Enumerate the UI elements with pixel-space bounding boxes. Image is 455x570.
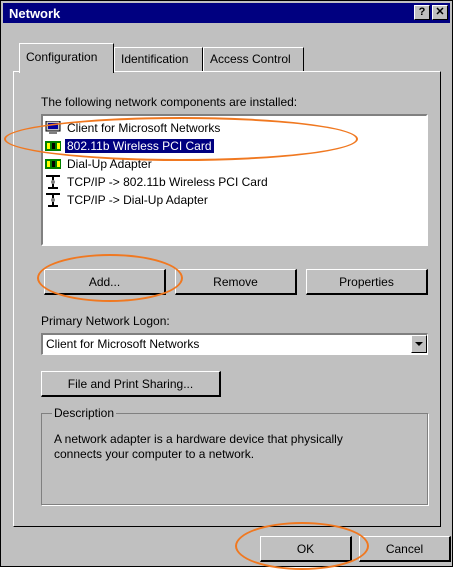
list-item[interactable]: Dial-Up Adapter	[45, 155, 154, 172]
close-icon: ✕	[435, 6, 445, 18]
list-item-label: TCP/IP -> Dial-Up Adapter	[67, 192, 208, 207]
network-client-icon	[45, 120, 61, 135]
primary-logon-select[interactable]: Client for Microsoft Networks	[41, 333, 428, 355]
network-dialog: Network ? ✕ Configuration Identification…	[0, 0, 453, 567]
properties-button-label: Properties	[339, 274, 394, 289]
list-item[interactable]: 802.11b Wireless PCI Card	[45, 137, 214, 154]
primary-logon-value: Client for Microsoft Networks	[46, 337, 200, 351]
tab-label: Identification	[121, 52, 189, 66]
description-text: A network adapter is a hardware device t…	[54, 432, 343, 461]
list-item-label: Dial-Up Adapter	[67, 156, 152, 171]
tab-label: Access Control	[210, 52, 291, 66]
tab-access-control[interactable]: Access Control	[203, 47, 304, 71]
ok-button-label: OK	[296, 541, 315, 556]
list-item[interactable]: Client for Microsoft Networks	[45, 119, 222, 136]
file-print-sharing-label: File and Print Sharing...	[67, 376, 194, 391]
network-card-icon	[45, 157, 61, 171]
remove-button-label: Remove	[213, 274, 258, 289]
protocol-icon	[45, 174, 61, 189]
tab-identification[interactable]: Identification	[114, 47, 203, 71]
cancel-button[interactable]: Cancel	[359, 536, 451, 562]
close-button[interactable]: ✕	[432, 5, 448, 20]
protocol-icon	[45, 192, 61, 207]
primary-logon-label: Primary Network Logon:	[41, 314, 170, 328]
list-item[interactable]: TCP/IP -> 802.11b Wireless PCI Card	[45, 173, 270, 190]
chevron-down-icon	[415, 342, 423, 346]
add-button-label: Add...	[88, 274, 121, 289]
list-item-label: 802.11b Wireless PCI Card	[65, 138, 214, 153]
remove-button[interactable]: Remove	[175, 269, 297, 295]
description-group: Description A network adapter is a hardw…	[41, 406, 428, 505]
ok-button[interactable]: OK	[260, 536, 352, 562]
tab-label: Configuration	[26, 50, 98, 64]
description-title: Description	[52, 406, 117, 420]
file-print-sharing-button[interactable]: File and Print Sharing...	[41, 371, 221, 397]
dropdown-button[interactable]	[411, 335, 427, 353]
list-item[interactable]: TCP/IP -> Dial-Up Adapter	[45, 191, 210, 208]
list-item-label: Client for Microsoft Networks	[67, 120, 221, 135]
components-list[interactable]: Client for Microsoft Networks 802.11b Wi…	[41, 114, 428, 246]
window-title: Network	[9, 6, 61, 21]
list-item-label: TCP/IP -> 802.11b Wireless PCI Card	[67, 174, 268, 189]
properties-button[interactable]: Properties	[306, 269, 428, 295]
components-heading: The following network components are ins…	[41, 95, 298, 109]
cancel-button-label: Cancel	[385, 541, 424, 556]
title-bar[interactable]: Network ? ✕	[3, 3, 450, 23]
tab-configuration[interactable]: Configuration	[19, 43, 114, 73]
help-button[interactable]: ?	[414, 5, 430, 20]
network-card-icon	[45, 139, 61, 153]
add-button[interactable]: Add...	[44, 269, 166, 295]
help-icon: ?	[418, 6, 426, 18]
